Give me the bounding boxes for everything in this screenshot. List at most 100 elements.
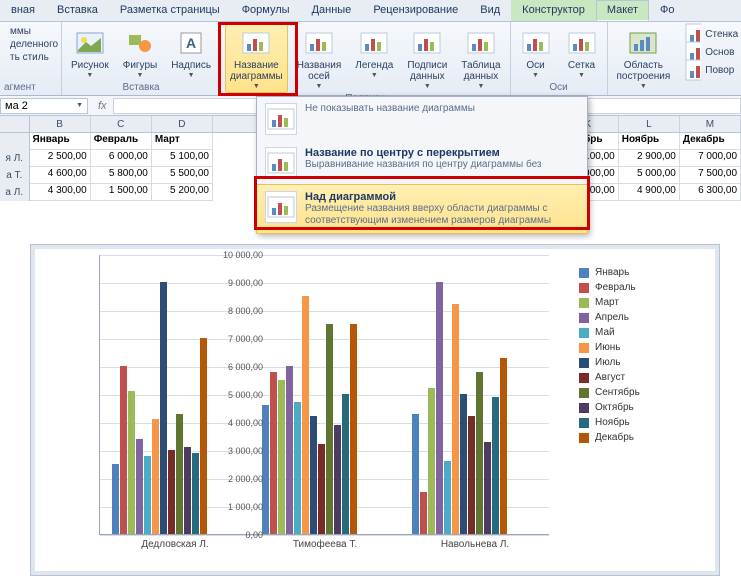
labels-btn-1[interactable]: Названия осей▼ [292, 24, 347, 93]
axes-btn-1[interactable]: Сетка▼ [561, 24, 603, 82]
data-cell[interactable]: 7 500,00 [680, 167, 741, 184]
bar[interactable] [444, 461, 451, 534]
bar[interactable] [160, 282, 167, 534]
ribbon-tab-3[interactable]: Формулы [231, 0, 301, 21]
header-cell[interactable]: Февраль [91, 133, 152, 150]
header-cell[interactable]: Декабрь [680, 133, 741, 150]
ribbon-tab-8[interactable]: Макет [596, 0, 649, 21]
row-label[interactable]: а Л. [0, 184, 30, 201]
data-cell[interactable]: 4 300,00 [30, 184, 91, 201]
left-item[interactable]: ммы [10, 26, 58, 37]
header-cell[interactable]: Январь [30, 133, 91, 150]
bar[interactable] [270, 372, 277, 534]
ribbon-tab-6[interactable]: Вид [469, 0, 511, 21]
legend-item[interactable]: Июнь [579, 342, 709, 353]
labels-btn-3[interactable]: Подписи данных▼ [402, 24, 452, 93]
bar[interactable] [192, 453, 199, 534]
insert-фигуры[interactable]: Фигуры▼ [118, 24, 162, 82]
bar[interactable] [476, 372, 483, 534]
legend-item[interactable]: Ноябрь [579, 417, 709, 428]
data-cell[interactable]: 4 600,00 [30, 167, 91, 184]
bar[interactable] [460, 394, 467, 534]
data-cell[interactable]: 5 200,00 [152, 184, 213, 201]
bar[interactable] [342, 394, 349, 534]
data-cell[interactable]: 2 900,00 [619, 150, 680, 167]
col-header[interactable] [0, 116, 30, 132]
ribbon-tab-2[interactable]: Разметка страницы [109, 0, 231, 21]
data-cell[interactable]: 5 100,00 [152, 150, 213, 167]
fx-icon[interactable]: fx [92, 100, 113, 112]
ribbon-tab-1[interactable]: Вставка [46, 0, 109, 21]
ribbon-tab-9[interactable]: Фо [649, 0, 685, 21]
ribbon-tab-4[interactable]: Данные [301, 0, 363, 21]
header-cell[interactable]: Март [152, 133, 213, 150]
header-cell[interactable]: Ноябрь [619, 133, 680, 150]
bar[interactable] [152, 419, 159, 534]
bar[interactable] [310, 416, 317, 534]
labels-btn-2[interactable]: Легенда▼ [350, 24, 398, 82]
data-cell[interactable]: 6 000,00 [91, 150, 152, 167]
legend-item[interactable]: Апрель [579, 312, 709, 323]
bar[interactable] [184, 447, 191, 534]
bar[interactable] [428, 388, 435, 534]
small-btn[interactable]: Стенка [685, 26, 738, 42]
small-btn[interactable]: Основ [685, 44, 738, 60]
legend-item[interactable]: Июль [579, 357, 709, 368]
legend-item[interactable]: Декабрь [579, 432, 709, 443]
insert-рисунок[interactable]: Рисунок▼ [66, 24, 114, 82]
small-btn[interactable]: Повор [685, 62, 738, 78]
row-label[interactable]: я Л. [0, 150, 30, 167]
left-item[interactable]: деленного [10, 39, 58, 50]
bar[interactable] [278, 380, 285, 534]
plot-area-button[interactable]: Область построения ▼ [612, 24, 676, 93]
data-cell[interactable]: 5 500,00 [152, 167, 213, 184]
bar[interactable] [420, 492, 427, 534]
bar[interactable] [436, 282, 443, 534]
bar[interactable] [144, 456, 151, 534]
dropdown-item-2[interactable]: Над диаграммойРазмещение названия вверху… [256, 184, 588, 234]
labels-btn-4[interactable]: Таблица данных▼ [456, 24, 505, 93]
legend-item[interactable]: Март [579, 297, 709, 308]
axes-btn-0[interactable]: Оси▼ [515, 24, 557, 82]
dropdown-item-0[interactable]: Не показывать название диаграммы [257, 97, 587, 141]
col-header[interactable]: C [91, 116, 152, 132]
legend-item[interactable]: Май [579, 327, 709, 338]
bar[interactable] [326, 324, 333, 534]
legend-item[interactable]: Январь [579, 267, 709, 278]
bar[interactable] [168, 450, 175, 534]
bar[interactable] [176, 414, 183, 534]
bar[interactable] [492, 397, 499, 534]
ribbon-tab-7[interactable]: Конструктор [511, 0, 596, 21]
row-header[interactable] [0, 133, 30, 150]
bar[interactable] [412, 414, 419, 534]
bar[interactable] [484, 442, 491, 534]
bar[interactable] [294, 402, 301, 534]
bar[interactable] [350, 324, 357, 534]
labels-btn-0[interactable]: Название диаграммы▼ [225, 24, 288, 93]
data-cell[interactable]: 5 000,00 [619, 167, 680, 184]
bar[interactable] [112, 464, 119, 534]
col-header[interactable]: B [30, 116, 91, 132]
bar[interactable] [120, 366, 127, 534]
legend-item[interactable]: Сентябрь [579, 387, 709, 398]
ribbon-tab-0[interactable]: вная [0, 0, 46, 21]
col-header[interactable]: M [680, 116, 741, 132]
bar[interactable] [500, 358, 507, 534]
bar[interactable] [334, 425, 341, 534]
data-cell[interactable]: 5 800,00 [91, 167, 152, 184]
row-label[interactable]: а Т. [0, 167, 30, 184]
insert-надпись[interactable]: AНадпись▼ [166, 24, 216, 82]
bar[interactable] [262, 405, 269, 534]
legend-item[interactable]: Октябрь [579, 402, 709, 413]
col-header[interactable]: D [152, 116, 213, 132]
data-cell[interactable]: 1 500,00 [91, 184, 152, 201]
name-box[interactable]: ма 2▼ [0, 98, 88, 114]
bar[interactable] [286, 366, 293, 534]
data-cell[interactable]: 7 000,00 [680, 150, 741, 167]
embedded-chart[interactable]: Дедловская Л.Тимофеева Т.Навольнева Л. Я… [30, 244, 720, 576]
bar[interactable] [128, 391, 135, 534]
data-cell[interactable]: 6 300,00 [680, 184, 741, 201]
col-header[interactable]: L [619, 116, 680, 132]
bar[interactable] [136, 439, 143, 534]
data-cell[interactable]: 2 500,00 [30, 150, 91, 167]
